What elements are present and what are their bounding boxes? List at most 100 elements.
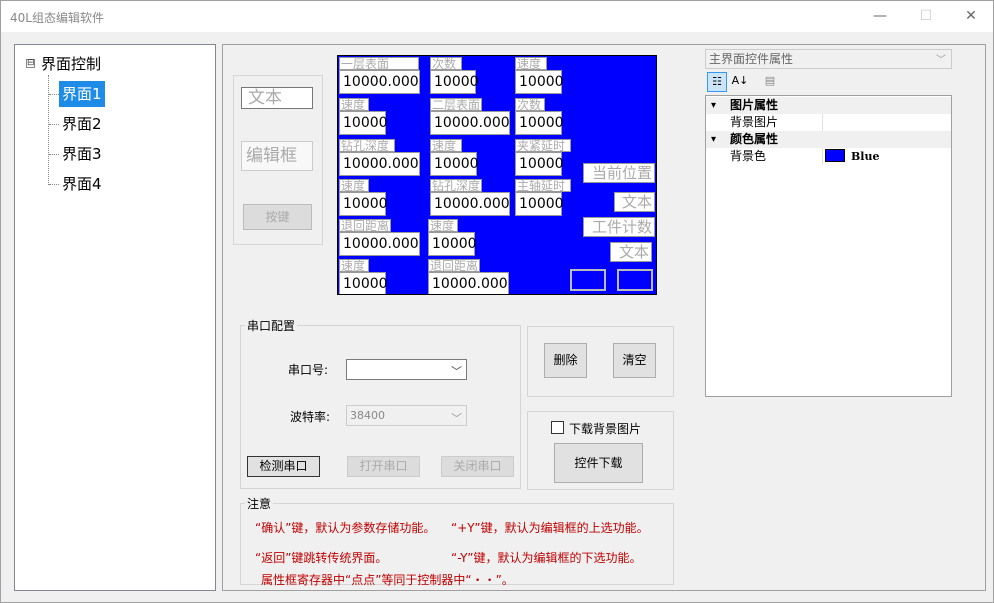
note-line: 属性框寄存器中“点点”等同于控制器中“・・”。 — [261, 573, 514, 587]
baud-label: 波特率: — [290, 410, 331, 424]
canvas-value-field[interactable]: 10000.000 — [428, 272, 509, 294]
canvas-text[interactable]: 文本 — [610, 242, 652, 262]
note-line: “+Y”键，默认为编辑框的上选功能。 — [451, 521, 649, 535]
open-port-button[interactable]: 打开串口 — [347, 456, 420, 477]
baud-select[interactable]: 38400 ﹀ — [346, 405, 467, 426]
canvas-value-field[interactable]: 10000 — [515, 192, 564, 216]
canvas-value-field[interactable]: 10000 — [339, 192, 388, 216]
chevron-down-icon: ﹀ — [936, 55, 946, 66]
color-value-text: Blue — [851, 150, 880, 163]
canvas-value-field[interactable]: 10000 — [515, 70, 564, 94]
tree-item-screen-2[interactable]: 界面2 — [59, 111, 105, 137]
canvas-value-field[interactable]: 10000 — [339, 272, 388, 294]
canvas-label[interactable]: 钻孔深度 — [430, 179, 482, 192]
property-toolbar: ☷ A↓ ▤ — [705, 70, 952, 94]
canvas-label[interactable]: 次数 — [515, 98, 545, 111]
property-name: 背景色 — [730, 149, 767, 163]
close-port-button[interactable]: 关闭串口 — [441, 456, 514, 477]
canvas-label[interactable]: 二层表面 — [430, 98, 482, 111]
chevron-down-icon[interactable]: ▾ — [711, 97, 723, 114]
canvas-label[interactable]: 速度 — [515, 57, 547, 70]
sort-alphabetical-icon[interactable]: A↓ — [730, 72, 750, 92]
canvas-value-field[interactable]: 10000.000 — [430, 111, 510, 135]
canvas-label[interactable]: 速度 — [339, 98, 369, 111]
canvas-label[interactable]: 钻孔深度 — [339, 139, 395, 152]
property-category[interactable]: ▾ 颜色属性 — [706, 131, 951, 148]
screen-tree[interactable]: ⊟ 界面控制 界面1 界面2 界面3 界面4 — [14, 44, 216, 591]
canvas-label[interactable]: 主轴延时 — [515, 179, 571, 192]
property-category-name: 颜色属性 — [730, 132, 779, 146]
delete-button[interactable]: 删除 — [544, 343, 587, 378]
download-background-label[interactable]: 下载背景图片 — [569, 420, 641, 437]
property-object-select[interactable]: 主界面控件属性 ﹀ — [705, 49, 952, 69]
tree-line — [49, 94, 59, 95]
close-button[interactable]: ✕ — [948, 1, 994, 32]
tree-line — [49, 154, 59, 155]
tree-item-screen-4[interactable]: 界面4 — [59, 171, 105, 197]
note-line: “返回”键跳转传统界面。 — [255, 551, 388, 565]
title-bar: 40L组态编辑软件 — ☐ ✕ — [1, 1, 993, 32]
app-window: 40L组态编辑软件 — ☐ ✕ ⊟ 界面控制 界面1 界面2 界面3 界面4 文… — [0, 0, 994, 603]
canvas-button[interactable] — [617, 269, 653, 291]
minimize-button[interactable]: — — [857, 1, 903, 32]
canvas-label[interactable]: 夹紧延时 — [515, 139, 571, 152]
chevron-down-icon: ﹀ — [451, 365, 462, 378]
tree-line — [49, 184, 59, 185]
property-row[interactable]: 背景色 Blue — [706, 148, 951, 165]
property-category[interactable]: ▾ 图片属性 — [706, 97, 951, 114]
canvas-label[interactable]: 速度 — [430, 139, 462, 152]
canvas-value-field[interactable]: 10000 — [430, 152, 479, 176]
palette-button-control[interactable]: 按键 — [243, 204, 312, 230]
tree-root[interactable]: 界面控制 — [41, 53, 101, 74]
notes-title: 注意 — [245, 495, 274, 512]
canvas-label[interactable]: 退回距离 — [428, 259, 480, 272]
canvas-label[interactable]: 一层表面 — [339, 57, 419, 70]
canvas-value-field[interactable]: 10000 — [515, 152, 564, 176]
tree-line — [48, 75, 49, 185]
maximize-button[interactable]: ☐ — [903, 1, 949, 32]
property-name: 背景图片 — [730, 115, 779, 129]
property-category-name: 图片属性 — [730, 98, 779, 112]
property-value[interactable] — [822, 114, 951, 131]
collapse-icon[interactable]: ⊟ — [26, 59, 35, 68]
canvas-label[interactable]: 退回距离 — [339, 219, 391, 232]
canvas-value-field[interactable]: 10000.000 — [339, 152, 420, 176]
canvas-value-field[interactable]: 10000 — [430, 70, 479, 94]
canvas-value-field[interactable]: 10000.000 — [430, 192, 510, 216]
canvas-value-field[interactable]: 10000.000 — [339, 232, 420, 256]
download-controls-button[interactable]: 控件下载 — [554, 443, 643, 483]
note-line: “确认”键，默认为参数存储功能。 — [255, 521, 436, 535]
download-background-checkbox[interactable] — [551, 421, 564, 434]
palette-edit-control[interactable]: 编辑框 — [241, 141, 313, 171]
tree-item-screen-1[interactable]: 界面1 — [59, 81, 105, 107]
canvas-workpiece-count[interactable]: 工件计数 — [583, 217, 655, 237]
canvas-label[interactable]: 次数 — [430, 57, 462, 70]
tree-item-screen-3[interactable]: 界面3 — [59, 141, 105, 167]
canvas-value-field[interactable]: 10000 — [339, 111, 388, 135]
palette-text-control[interactable]: 文本 — [241, 87, 313, 109]
design-canvas[interactable]: 一层表面 10000.000 次数 10000 速度 10000 速度 1000… — [337, 55, 657, 295]
tree-line — [49, 124, 59, 125]
canvas-label[interactable]: 速度 — [428, 219, 458, 232]
property-object-value: 主界面控件属性 — [709, 52, 794, 66]
canvas-current-position[interactable]: 当前位置 — [583, 163, 655, 183]
categorized-icon[interactable]: ☷ — [707, 72, 727, 92]
detect-port-button[interactable]: 检测串口 — [247, 456, 320, 477]
canvas-value-field[interactable]: 10000 — [428, 232, 477, 256]
canvas-button[interactable] — [570, 269, 606, 291]
property-value[interactable]: Blue — [822, 148, 951, 165]
port-select[interactable]: ﹀ — [346, 359, 467, 380]
baud-select-value: 38400 — [350, 409, 385, 422]
canvas-label[interactable]: 速度 — [339, 259, 369, 272]
clear-button[interactable]: 清空 — [613, 343, 656, 378]
canvas-text[interactable]: 文本 — [614, 192, 655, 212]
property-pages-icon[interactable]: ▤ — [760, 72, 780, 92]
serial-config-title: 串口配置 — [245, 317, 298, 334]
property-row[interactable]: 背景图片 — [706, 114, 951, 131]
canvas-label[interactable]: 速度 — [339, 179, 369, 192]
window-title: 40L组态编辑软件 — [10, 11, 104, 25]
canvas-value-field[interactable]: 10000 — [515, 111, 564, 135]
chevron-down-icon[interactable]: ▾ — [711, 131, 723, 148]
property-grid[interactable]: ▾ 图片属性 背景图片 ▾ 颜色属性 背景色 Blue — [705, 95, 952, 397]
canvas-value-field[interactable]: 10000.000 — [339, 70, 420, 94]
